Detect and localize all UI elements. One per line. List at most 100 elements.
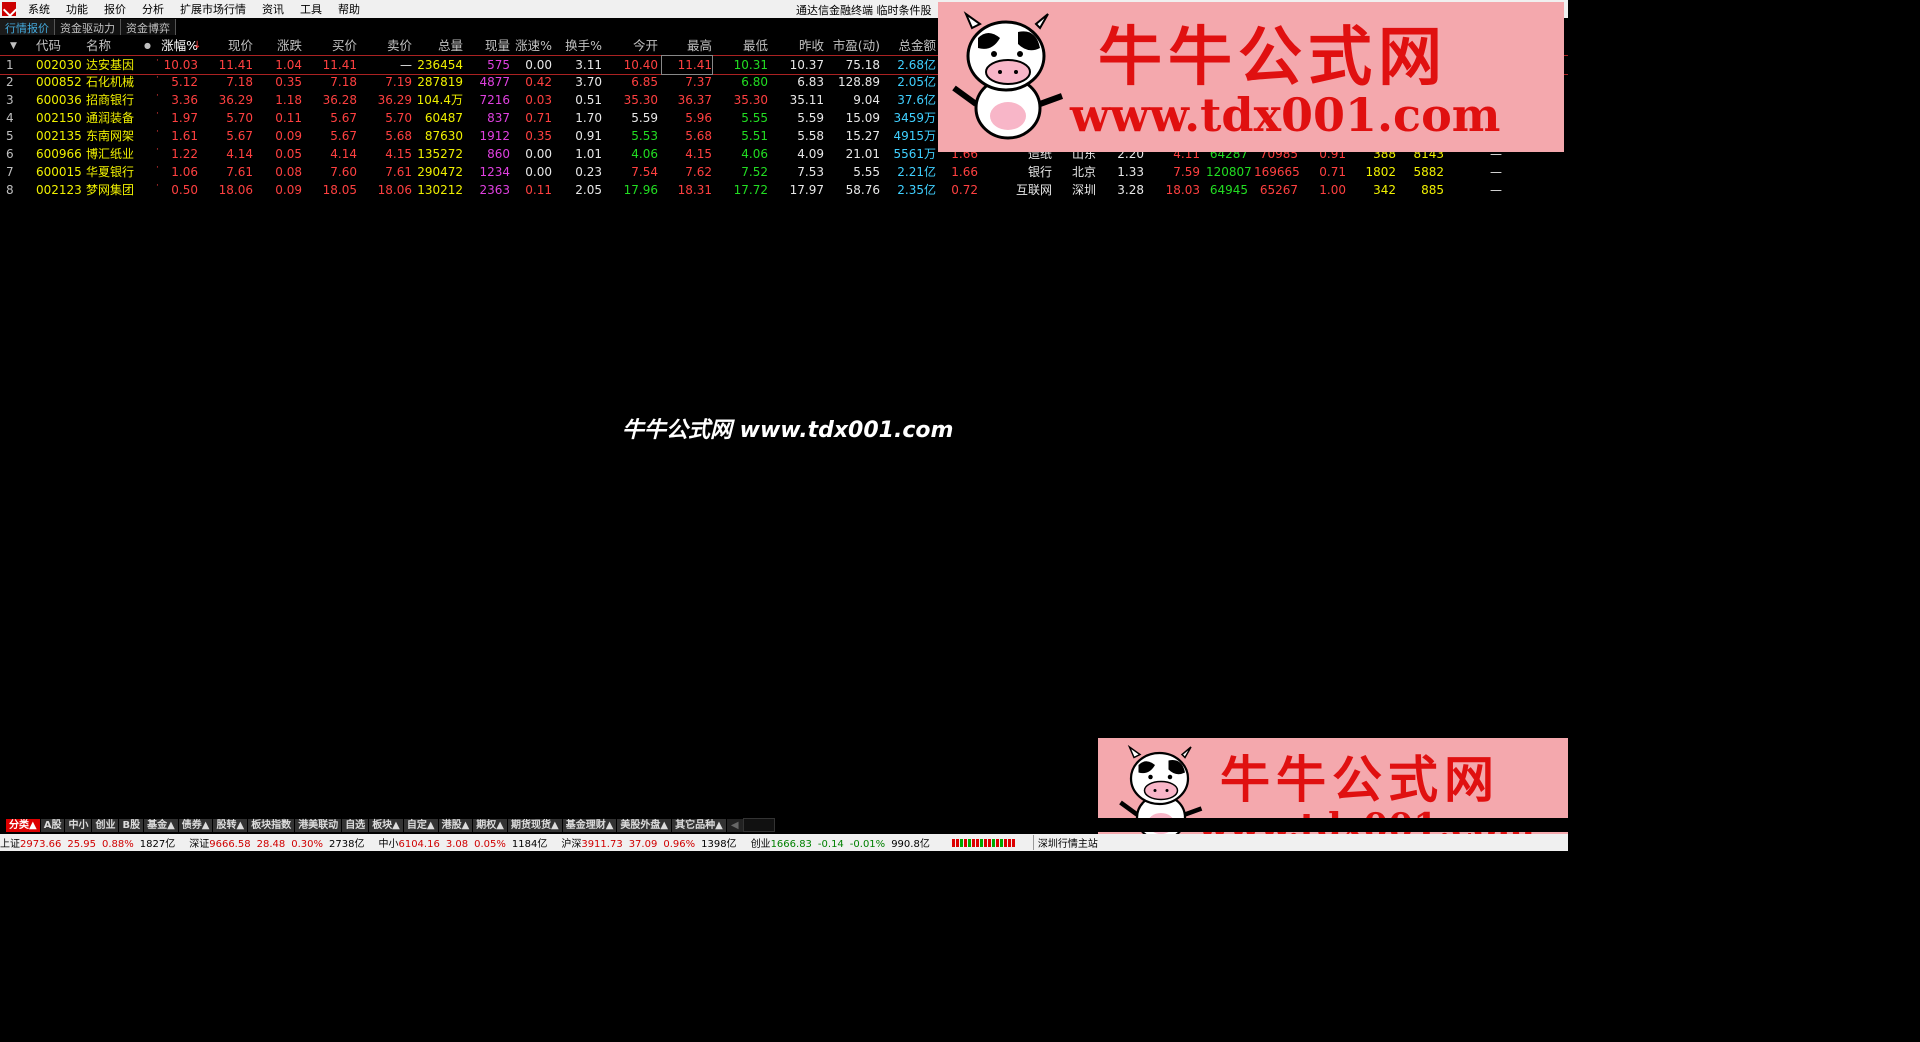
cell-high: 7.62: [685, 165, 712, 179]
index-ticker[interactable]: 中小6104.16 3.08 0.05% 1184亿: [378, 835, 553, 850]
menu-help[interactable]: 帮助: [330, 1, 368, 17]
column-header-price[interactable]: 现价: [203, 37, 253, 55]
column-header-speed[interactable]: 涨速%: [512, 37, 552, 55]
column-header-code[interactable]: 代码: [36, 37, 80, 55]
column-menu-icon[interactable]: ▼: [10, 37, 17, 55]
category-tab[interactable]: 自定▲: [403, 818, 438, 832]
cell-low: 10.31: [733, 58, 768, 72]
cell-cur-vol: 575: [487, 58, 510, 72]
category-tab[interactable]: 股转▲: [213, 818, 248, 832]
index-ticker[interactable]: 上证2973.66 25.95 0.88% 1827亿: [0, 835, 181, 850]
column-header-name[interactable]: 名称: [86, 37, 148, 55]
cell-ask: 7.61: [385, 165, 412, 179]
cell-high: 11.41: [661, 55, 713, 75]
cell-x3: 18.03: [1165, 183, 1200, 197]
index-ticker[interactable]: 沪深3911.73 37.09 0.96% 1398亿: [561, 835, 742, 850]
cell-vol: 290472: [417, 165, 463, 179]
category-tab[interactable]: 板块▲: [369, 818, 403, 832]
column-header-turnover[interactable]: 换手%: [556, 37, 602, 55]
cell-turnover: 1.70: [575, 111, 602, 125]
cell-x7: 1802: [1365, 165, 1396, 179]
index-name: 上证: [0, 839, 20, 850]
cell-idx: 5: [6, 129, 14, 143]
cell-bid: 5.67: [330, 129, 357, 143]
cell-high: 4.15: [685, 147, 712, 161]
category-tab[interactable]: 港股▲: [438, 818, 473, 832]
cell-idx: 2: [6, 75, 14, 89]
column-header-ask[interactable]: 卖价: [360, 37, 412, 55]
category-tab[interactable]: 创业: [92, 818, 119, 832]
cell-bid: 11.41: [322, 58, 357, 72]
cell-pe: 75.18: [845, 58, 880, 72]
menu-news[interactable]: 资讯: [254, 1, 292, 17]
cell-speed: 0.42: [525, 75, 552, 89]
index-value: 1666.83: [770, 839, 812, 850]
column-header-pe[interactable]: 市盈(动): [828, 37, 880, 55]
column-header-vol[interactable]: 总量: [415, 37, 463, 55]
index-ticker[interactable]: 创业1666.83 -0.14 -0.01% 990.8亿: [751, 835, 936, 850]
category-tab[interactable]: 基金理财▲: [562, 818, 617, 832]
menu-tools[interactable]: 工具: [292, 1, 330, 17]
menu-analysis[interactable]: 分析: [134, 1, 172, 17]
cell-bid: 7.60: [330, 165, 357, 179]
table-row[interactable]: 8 002123 梦网集团 0.50 18.06 0.09 18.05 18.06 130212…: [0, 181, 1568, 199]
cell-x2: 3.28: [1117, 183, 1144, 197]
cell-vol: 130212: [417, 183, 463, 197]
category-tab[interactable]: 其它品种▲: [672, 818, 726, 832]
category-tab[interactable]: 期权▲: [473, 818, 507, 832]
category-tab[interactable]: 分类▲: [6, 818, 40, 832]
category-tab[interactable]: 基金▲: [144, 818, 178, 832]
cell-name: 东南网架: [86, 129, 135, 143]
category-tab[interactable]: 期货现货▲: [508, 818, 562, 832]
cell-pe: 9.04: [853, 93, 880, 107]
column-header-open[interactable]: 今开: [610, 37, 658, 55]
category-tab[interactable]: 美股外盘▲: [617, 818, 672, 832]
column-header-prev[interactable]: 昨收: [772, 37, 824, 55]
column-header-chg[interactable]: 涨跌: [258, 37, 302, 55]
tab-quotes[interactable]: 行情报价: [0, 19, 55, 35]
cell-vol: 87630: [424, 129, 463, 143]
tab-fund-game[interactable]: 资金博弈: [121, 19, 176, 35]
cell-name: 石化机械: [86, 75, 135, 89]
index-ticker[interactable]: 深证9666.58 28.48 0.30% 2738亿: [189, 835, 370, 850]
menu-system[interactable]: 系统: [20, 1, 58, 17]
cell-pe: 128.89: [838, 75, 880, 89]
category-tab[interactable]: 自选: [342, 818, 369, 832]
category-tab[interactable]: 债券▲: [178, 818, 213, 832]
cell-code: 600036: [36, 93, 82, 107]
index-amt: 1398亿: [701, 839, 737, 850]
menu-extended-market[interactable]: 扩展市场行情: [172, 1, 254, 17]
cell-ask: 4.15: [385, 147, 412, 161]
cell-name: 通润装备: [86, 111, 135, 125]
column-header-bid[interactable]: 买价: [305, 37, 357, 55]
category-scrollbar[interactable]: [742, 818, 775, 832]
cell-open: 5.59: [631, 111, 658, 125]
cell-x4: 64945: [1209, 183, 1248, 197]
cell-name: 博汇纸业: [86, 147, 135, 161]
category-tab[interactable]: A股: [40, 818, 65, 832]
table-row[interactable]: 7 600015 华夏银行 1.06 7.61 0.08 7.60 7.61 290472 123…: [0, 163, 1568, 181]
column-header-cur-vol[interactable]: 现量: [470, 37, 510, 55]
tab-fund-drive[interactable]: 资金驱动力: [55, 19, 121, 35]
category-scroll-left-icon[interactable]: ◀: [726, 818, 743, 832]
menu-function[interactable]: 功能: [58, 1, 96, 17]
category-tab[interactable]: B股: [119, 818, 144, 832]
column-header-high[interactable]: 最高: [662, 37, 712, 55]
index-chg: -0.14: [817, 839, 844, 850]
menu-quote[interactable]: 报价: [96, 1, 134, 17]
cell-prev: 4.09: [797, 147, 824, 161]
cell-low: 6.80: [741, 75, 768, 89]
cell-open: 10.40: [623, 58, 658, 72]
cell-chg: 0.09: [275, 183, 302, 197]
cell-pe: 15.09: [845, 111, 880, 125]
cell-cur-vol: 2363: [479, 183, 510, 197]
category-tab[interactable]: 港美联动: [295, 818, 342, 832]
server-status[interactable]: 深圳行情主站: [1032, 835, 1098, 850]
sort-desc-icon: ↓: [193, 40, 202, 51]
column-header-low[interactable]: 最低: [716, 37, 768, 55]
category-tab[interactable]: 板块指数: [248, 818, 295, 832]
cell-high: 18.31: [677, 183, 712, 197]
column-header-amount[interactable]: 总金额: [884, 37, 936, 55]
market-breadth-bars: [951, 838, 1015, 847]
category-tab[interactable]: 中小: [65, 818, 92, 832]
